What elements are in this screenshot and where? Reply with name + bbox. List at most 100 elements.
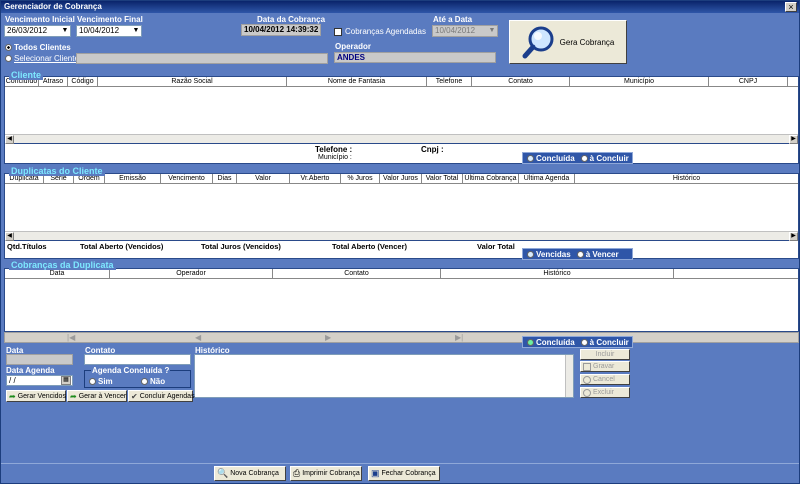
column-header[interactable]: Última Cobrança [463,174,519,183]
radio-icon [527,154,534,162]
vencimento-final-combo[interactable]: 10/04/2012 ▼ [76,25,142,37]
duplicatas-grid[interactable]: Duplicata Série Ordem Emissão Vencimento… [4,173,799,241]
tab-a-concluir[interactable]: à Concluir [580,153,629,163]
tab-a-vencer-label: à Vencer [585,249,619,259]
nova-cobranca-button[interactable]: 🔍 Nova Cobrança [214,466,286,481]
nav-prev-icon[interactable]: ◀ [195,333,201,342]
column-header[interactable]: Município [570,77,709,86]
printer-icon: ⎙ [293,468,301,478]
scroll-left-icon[interactable]: ◀ [5,232,14,241]
window-icon: ▣ [371,468,380,478]
incluir-button[interactable]: Incluir [580,349,630,360]
tab-a-concluir-label: à Concluir [589,153,629,163]
column-header[interactable]: Dias [213,174,237,183]
data-agenda-field[interactable]: / / ▦ [6,375,73,386]
column-header[interactable]: Última Agenda [519,174,575,183]
todos-clientes-radio[interactable]: Todos Clientes [5,43,71,52]
historico-textarea[interactable] [194,354,574,398]
radio-selected-icon[interactable] [5,44,12,52]
nav-last-icon[interactable]: ▶| [455,333,463,342]
duplicatas-hscroll[interactable]: ◀ ▶ [5,231,798,241]
tab-concluida-label: Concluída [536,337,575,347]
scroll-right-icon[interactable]: ▶ [789,135,798,144]
cobrancas-navigator[interactable]: |◀ ◀ ▶ ▶| [4,332,799,343]
column-header[interactable]: % Juros [341,174,380,183]
column-header[interactable]: Nome de Fantasia [287,77,427,86]
selecionar-cliente-radio[interactable]: Selecionar Cliente [5,54,79,63]
tab-a-concluir-label: à Concluir [589,337,629,347]
gerar-a-vencer-button[interactable]: ➦ Gerar à Vencer [67,390,127,402]
column-header[interactable]: Vencimento [161,174,213,183]
close-button[interactable]: × [785,2,797,12]
radio-icon [580,338,588,346]
cobrancas-agendadas-label: Cobranças Agendadas [345,27,426,36]
chevron-down-icon[interactable]: ▼ [131,26,141,36]
chevron-down-icon[interactable]: ▼ [487,26,497,36]
title-bar: Gerenciador de Cobrança [1,1,799,13]
scroll-right-icon[interactable]: ▶ [789,232,798,241]
calendar-icon[interactable]: ▦ [61,376,71,385]
vencimento-inicial-combo[interactable]: 26/03/2012 ▼ [4,25,71,37]
cliente-grid[interactable]: Concluído Atraso Código Razão Social Nom… [4,76,799,144]
radio-icon[interactable] [5,55,12,63]
chevron-down-icon[interactable]: ▼ [60,26,70,36]
cliente-hscroll[interactable]: ◀ ▶ [5,134,798,144]
historico-vscroll[interactable] [565,355,573,397]
nav-first-icon[interactable]: |◀ [67,333,75,342]
column-header[interactable]: Valor Juros [380,174,422,183]
column-header[interactable]: Histórico [441,269,674,278]
radio-icon[interactable] [141,378,148,386]
gera-cobranca-button[interactable]: Gera Cobrança [509,20,627,64]
cliente-search-field[interactable] [76,53,328,64]
gerar-a-vencer-label: Gerar à Vencer [78,392,127,400]
column-header[interactable]: Histórico [575,174,798,184]
data-cobranca-label: Data da Cobrança [257,15,326,24]
column-header[interactable]: Contato [273,269,441,278]
ate-data-label: Até a Data [433,15,473,24]
gerar-vencidos-button[interactable]: ➦ Gerar Vencidos [6,390,66,402]
tab-concluida[interactable]: Concluída [527,154,575,163]
cancel-button[interactable]: Cancel [580,374,630,385]
nav-next-icon[interactable]: ▶ [325,333,331,342]
checkbox-icon[interactable] [334,27,342,36]
imprimir-cobranca-button[interactable]: ⎙ Imprimir Cobrança [290,466,362,481]
tab-vencidas[interactable]: Vencidas [527,250,571,259]
column-header[interactable]: Operador [110,269,273,278]
arrow-right-green-icon: ➦ [70,391,77,401]
concluir-agendas-button[interactable]: ✔ Concluir Agendas [128,390,195,402]
contato-field[interactable] [84,354,191,365]
tab-concluida[interactable]: Concluída [527,338,575,347]
cliente-detail-panel: Telefone : Cnpj : Município : [4,144,799,164]
nova-cobranca-label: Nova Cobrança [230,470,279,477]
column-header[interactable]: Emissão [105,174,161,183]
column-header[interactable]: Telefone [427,77,472,86]
total-aberto-vencer-label: Total Aberto (Vencer) [332,242,408,251]
column-header[interactable]: CNPJ [709,77,788,86]
tab-a-vencer[interactable]: à Vencer [576,249,619,259]
gravar-label: Gravar [593,363,615,370]
cobrancas-grid[interactable]: Data Operador Contato Histórico [4,268,799,332]
scroll-left-icon[interactable]: ◀ [5,135,14,144]
cobrancas-agendadas-check[interactable]: Cobranças Agendadas [334,27,426,36]
column-header[interactable]: Valor Total [422,174,463,183]
nao-radio[interactable]: Não [141,377,165,386]
total-juros-vencidos-label: Total Juros (Vencidos) [201,242,281,251]
total-aberto-vencidos-label: Total Aberto (Vencidos) [80,242,164,251]
tab-a-concluir[interactable]: à Concluir [580,337,629,347]
column-header[interactable]: Código [68,77,98,86]
column-header[interactable]: Atraso [39,77,68,86]
window-title: Gerenciador de Cobrança [4,2,102,11]
radio-icon[interactable] [89,378,96,386]
sim-radio[interactable]: Sim [89,377,113,386]
operador-label: Operador [335,42,372,51]
search-icon: 🔍 [217,468,229,478]
excluir-button[interactable]: Excluir [580,387,630,398]
fechar-cobranca-button[interactable]: ▣ Fechar Cobrança [368,466,440,481]
ate-data-combo[interactable]: 10/04/2012 ▼ [432,25,498,37]
column-header[interactable]: Vr.Aberto [290,174,341,183]
gravar-button[interactable]: Gravar [580,361,630,372]
column-header[interactable]: Contato [472,77,570,86]
column-header[interactable]: Razão Social [98,77,287,86]
column-header[interactable]: Data [5,269,110,278]
column-header[interactable]: Valor [237,174,290,183]
